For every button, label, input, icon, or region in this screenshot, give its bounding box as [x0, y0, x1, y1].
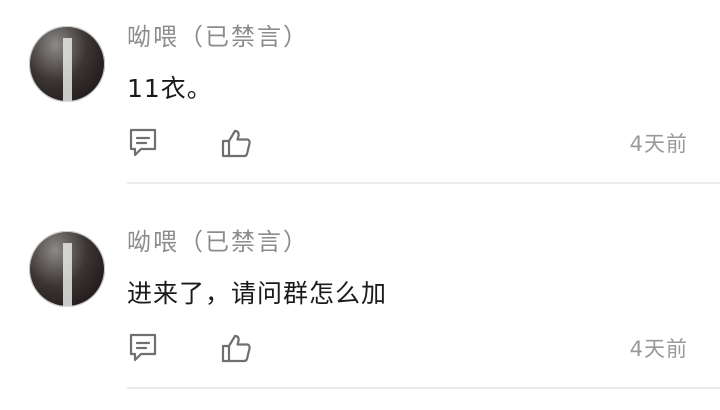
comment-time: 4天前: [629, 337, 688, 361]
divider: [127, 182, 720, 184]
comment-icon[interactable]: [127, 332, 159, 364]
thumbs-up-icon[interactable]: [220, 127, 252, 159]
avatar[interactable]: [29, 26, 105, 102]
comment-item: 呦喂（已禁言） 11衣。 4天前: [0, 0, 720, 205]
comment-item: 呦喂（已禁言） 进来了，请问群怎么加 4天前: [0, 205, 720, 410]
comment-text: 进来了，请问群怎么加: [127, 279, 388, 308]
comment-text: 11衣。: [127, 74, 213, 103]
avatar[interactable]: [29, 231, 105, 307]
comment-author[interactable]: 呦喂（已禁言）: [127, 19, 309, 55]
comment-time: 4天前: [629, 132, 688, 156]
comment-author[interactable]: 呦喂（已禁言）: [127, 224, 309, 260]
comment-icon[interactable]: [127, 127, 159, 159]
divider: [127, 387, 720, 389]
thumbs-up-icon[interactable]: [220, 332, 252, 364]
